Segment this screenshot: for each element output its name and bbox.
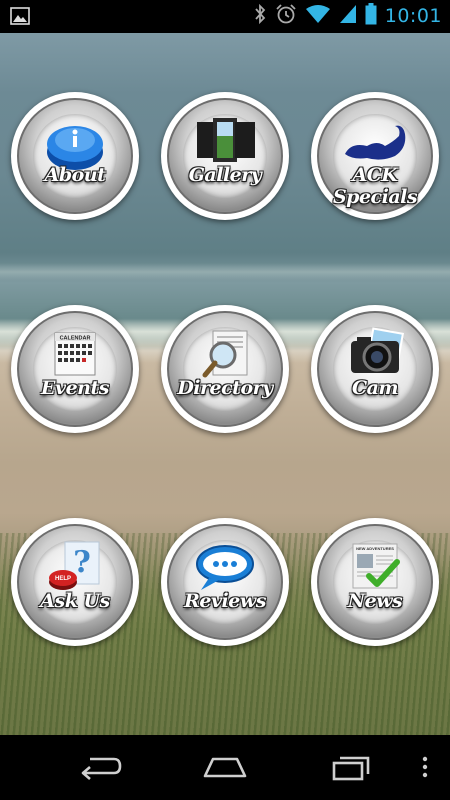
events-button[interactable]: CALENDAR Events <box>11 305 139 433</box>
battery-icon <box>365 2 377 30</box>
newspaper-masthead-text: NEW ADVENTURES <box>356 546 394 551</box>
menu-icon[interactable] <box>418 749 432 785</box>
tile-label: Events <box>41 377 109 399</box>
image-notification-icon <box>10 7 30 30</box>
info-button-icon <box>47 126 103 170</box>
speech-bubble-icon <box>196 545 254 590</box>
reviews-button[interactable]: Reviews <box>161 518 289 646</box>
cam-button[interactable]: Cam <box>311 305 439 433</box>
directory-button[interactable]: Directory <box>161 305 289 433</box>
recent-apps-icon[interactable] <box>330 749 376 785</box>
tile-label: ACK Specials <box>332 164 418 208</box>
alarm-icon <box>275 3 297 30</box>
navigation-bar <box>0 735 450 800</box>
bluetooth-icon <box>253 3 267 30</box>
tile-label: Cam <box>351 377 399 399</box>
camera-icon <box>351 327 405 373</box>
gallery-button[interactable]: Gallery <box>161 92 289 220</box>
tile-label: Directory <box>177 377 273 399</box>
tile-label: Reviews <box>184 590 266 612</box>
photo-frames-icon <box>197 118 255 162</box>
calendar-icon: CALENDAR <box>54 332 96 376</box>
clock: 10:01 <box>384 5 442 27</box>
back-icon[interactable] <box>78 749 124 785</box>
tile-label: Gallery <box>188 164 262 186</box>
tile-label: About <box>44 164 106 186</box>
tile-label: News <box>347 590 403 612</box>
home-icon[interactable] <box>201 749 249 785</box>
magnifier-document-icon <box>202 330 248 378</box>
news-button[interactable]: NEW ADVENTURES News <box>311 518 439 646</box>
tile-label: Ask Us <box>40 590 110 612</box>
status-bar: 10:01 <box>0 0 450 33</box>
help-badge-text: HELP <box>55 576 71 582</box>
newspaper-check-icon: NEW ADVENTURES <box>352 543 400 589</box>
ack-specials-button[interactable]: ACK Specials <box>311 92 439 220</box>
wifi-icon <box>305 4 331 29</box>
ask-us-button[interactable]: ? HELP Ask Us <box>11 518 139 646</box>
about-button[interactable]: About <box>11 92 139 220</box>
help-button-icon: ? HELP <box>49 541 100 590</box>
calendar-header-text: CALENDAR <box>60 336 91 342</box>
signal-icon <box>339 4 357 29</box>
svg-text:?: ? <box>73 545 91 580</box>
